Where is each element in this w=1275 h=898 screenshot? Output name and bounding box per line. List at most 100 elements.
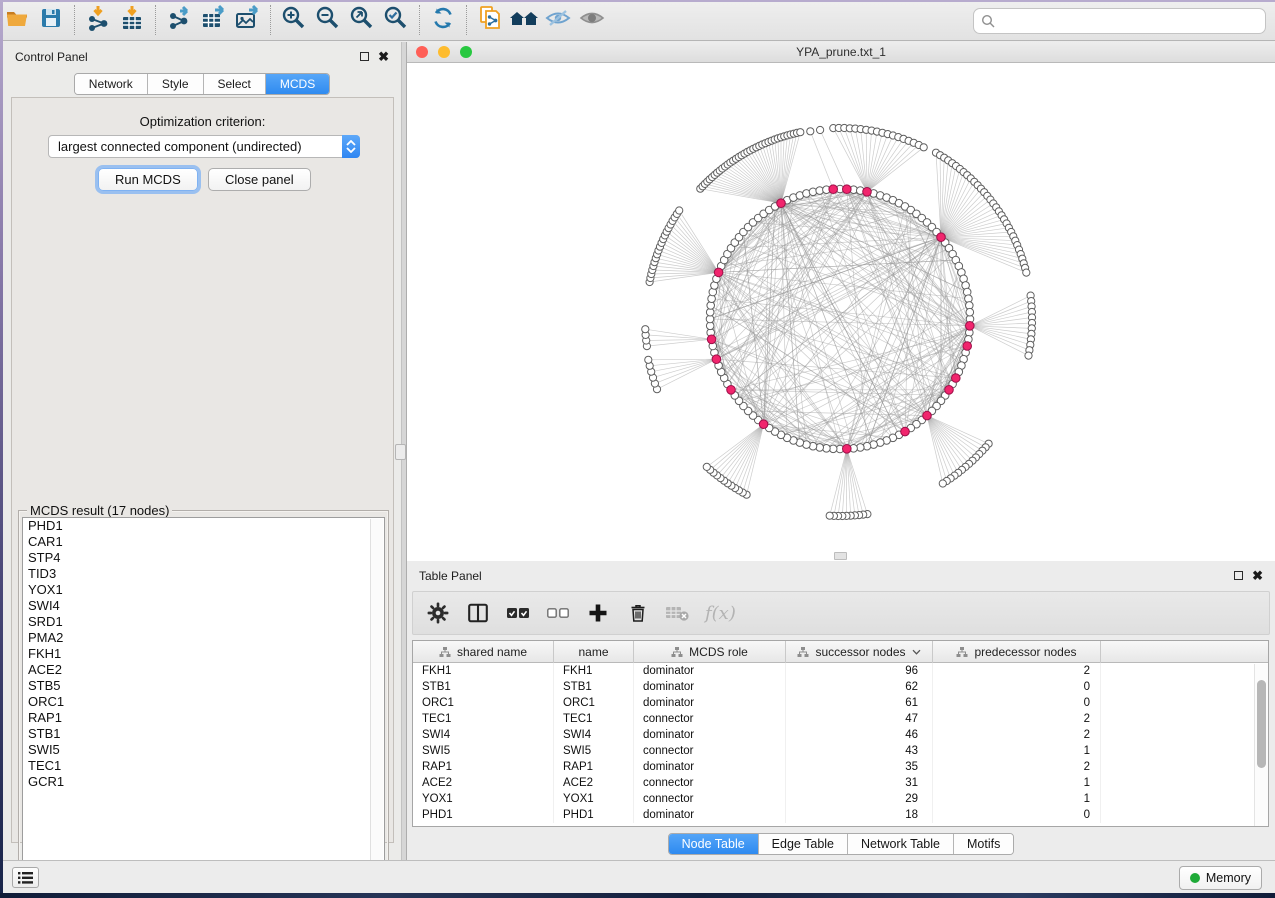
mcds-result-item[interactable]: TID3 [23,566,384,582]
run-mcds-button[interactable]: Run MCDS [98,168,198,191]
table-row[interactable]: TEC1TEC1connector472 [413,711,1268,727]
export-network-button[interactable] [162,3,196,37]
toolbar-separator [419,5,420,35]
network-window-titlebar[interactable]: YPA_prune.txt_1 [407,42,1275,63]
zoom-fit-button[interactable] [345,3,379,37]
export-image-button[interactable] [230,3,264,37]
column-header-name[interactable]: name [554,641,634,663]
save-session-button[interactable] [34,3,68,37]
mcds-result-item[interactable]: YOX1 [23,582,384,598]
mcds-result-item[interactable]: RAP1 [23,710,384,726]
tab-network-table[interactable]: Network Table [848,834,954,854]
mcds-result-item[interactable]: PHD1 [23,518,384,534]
mcds-result-item[interactable]: GCR1 [23,774,384,790]
table-cell: SWI5 [413,743,554,759]
column-header-shared-name[interactable]: shared name [413,641,554,663]
table-row[interactable]: ORC1ORC1dominator610 [413,695,1268,711]
zoom-out-icon [314,4,342,37]
table-row[interactable]: FKH1FKH1dominator962 [413,663,1268,679]
table-panel-tabs: Node Table Edge Table Network Table Moti… [407,833,1275,855]
deselect-all-checkboxes-button[interactable] [545,600,571,626]
column-header-MCDS-role[interactable]: MCDS role [634,641,786,663]
function-builder-button[interactable]: f(x) [705,600,736,626]
mcds-result-item[interactable]: SWI4 [23,598,384,614]
mcds-result-title: MCDS result (17 nodes) [27,503,172,518]
zoom-selected-button[interactable] [379,3,413,37]
search-input[interactable] [973,8,1266,34]
close-panel-button[interactable]: Close panel [208,168,311,191]
duplicate-network-button[interactable] [473,3,507,37]
mcds-result-item[interactable]: STB5 [23,678,384,694]
zoom-out-button[interactable] [311,3,345,37]
table-cell: 31 [786,775,933,791]
open-file-button[interactable] [0,3,34,37]
tab-motifs[interactable]: Motifs [954,834,1013,854]
mcds-result-item[interactable]: SRD1 [23,614,384,630]
add-column-button[interactable] [585,600,611,626]
select-all-checkboxes-button[interactable] [505,600,531,626]
table-cell: 2 [933,727,1101,743]
mcds-result-item[interactable]: FKH1 [23,646,384,662]
mcds-result-item[interactable]: STP4 [23,550,384,566]
column-header-successor-nodes[interactable]: successor nodes [786,641,933,663]
table-row[interactable]: ACE2ACE2connector311 [413,775,1268,791]
table-scrollbar-thumb[interactable] [1257,680,1266,768]
desktop-wallpaper-bottom [0,893,1275,898]
table-cell: TEC1 [413,711,554,727]
first-neighbors-button[interactable] [507,3,541,37]
import-table-button[interactable] [115,3,149,37]
duplicate-network-icon [476,4,504,37]
toolbar-separator [155,5,156,35]
tab-network[interactable]: Network [75,74,148,94]
export-table-button[interactable] [196,3,230,37]
column-view-icon [467,602,489,624]
mcds-list-scrollbar[interactable] [370,519,383,876]
mcds-result-item[interactable]: ACE2 [23,662,384,678]
table-row[interactable]: YOX1YOX1connector291 [413,791,1268,807]
tab-select[interactable]: Select [204,74,266,94]
table-row[interactable]: PHD1PHD1dominator180 [413,807,1268,823]
table-cell: 2 [933,711,1101,727]
vertical-splitter-grip[interactable] [395,444,406,460]
import-network-button[interactable] [81,3,115,37]
network-canvas[interactable] [407,63,1275,561]
mcds-result-item[interactable]: TEC1 [23,758,384,774]
table-cell: TEC1 [554,711,634,727]
refresh-view-button[interactable] [426,3,460,37]
close-panel-icon[interactable]: ✖ [378,52,389,61]
toolbar-separator [270,5,271,35]
table-row[interactable]: SWI4SWI4dominator462 [413,727,1268,743]
table-row[interactable]: STB1STB1dominator620 [413,679,1268,695]
table-cell: YOX1 [554,791,634,807]
desktop-wallpaper-left [0,0,3,893]
float-panel-icon[interactable] [360,52,369,61]
settings-gear-button[interactable] [425,600,451,626]
table-row[interactable]: SWI5SWI5connector431 [413,743,1268,759]
horizontal-splitter-grip[interactable] [834,552,847,560]
mcds-result-item[interactable]: ORC1 [23,694,384,710]
mcds-result-item[interactable]: CAR1 [23,534,384,550]
task-history-button[interactable] [12,867,39,888]
close-table-panel-icon[interactable]: ✖ [1252,571,1263,580]
table-row[interactable]: RAP1RAP1dominator352 [413,759,1268,775]
zoom-in-button[interactable] [277,3,311,37]
mcds-result-item[interactable]: PMA2 [23,630,384,646]
tab-style[interactable]: Style [148,74,204,94]
mcds-result-item[interactable]: SWI5 [23,742,384,758]
memory-button[interactable]: Memory [1179,866,1262,890]
mcds-result-item[interactable]: STB1 [23,726,384,742]
tab-node-table[interactable]: Node Table [669,834,759,854]
show-all-button[interactable] [575,3,609,37]
table-scrollbar[interactable] [1254,664,1268,826]
hide-selected-button[interactable] [541,3,575,37]
delete-table-button[interactable] [665,600,691,626]
toggle-column-view-button[interactable] [465,600,491,626]
delete-columns-button[interactable] [625,600,651,626]
float-table-panel-icon[interactable] [1234,571,1243,580]
table-cell: 0 [933,679,1101,695]
tab-mcds[interactable]: MCDS [266,74,329,94]
mcds-result-groupbox: MCDS result (17 nodes) PHD1CAR1STP4TID3Y… [18,510,389,882]
tab-edge-table[interactable]: Edge Table [759,834,848,854]
criterion-select[interactable]: largest connected component (undirected) [48,135,360,158]
column-header-predecessor-nodes[interactable]: predecessor nodes [933,641,1101,663]
